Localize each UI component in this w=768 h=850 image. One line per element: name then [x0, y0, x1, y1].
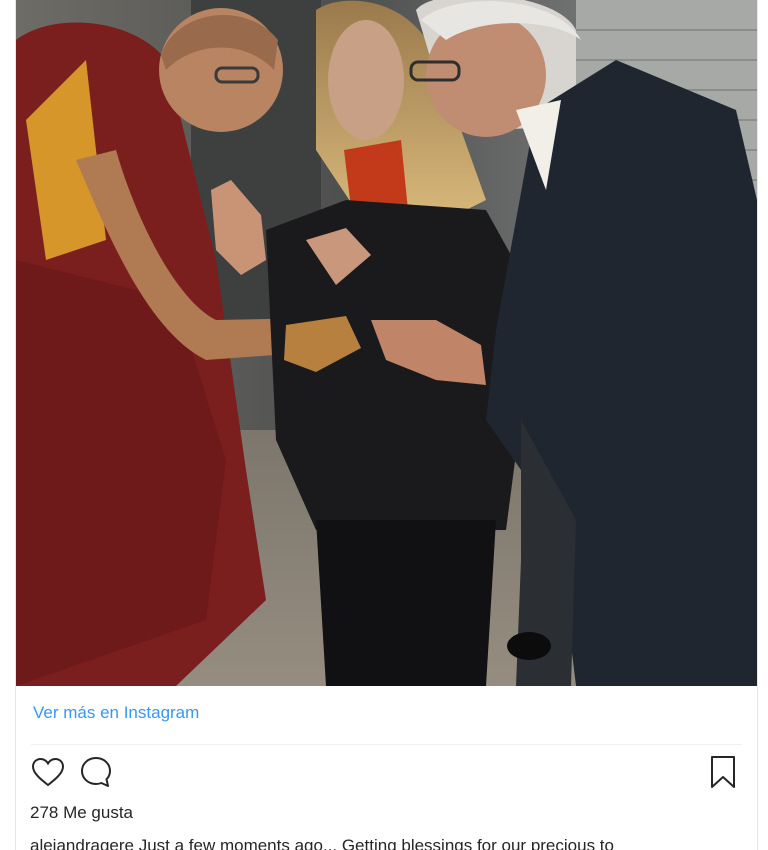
heart-icon — [31, 757, 65, 787]
comment-icon — [81, 757, 111, 787]
likes-count[interactable]: 278 Me gusta — [30, 803, 133, 823]
divider — [31, 744, 742, 745]
save-button[interactable] — [703, 752, 743, 792]
post-photo[interactable] — [16, 0, 757, 686]
action-bar — [28, 752, 743, 792]
post-caption: alejandragere Just a few moments ago... … — [30, 836, 614, 850]
view-more-link[interactable]: Ver más en Instagram — [33, 703, 199, 723]
like-button[interactable] — [28, 752, 68, 792]
comment-button[interactable] — [76, 752, 116, 792]
post-photo-illustration — [16, 0, 757, 686]
bookmark-icon — [711, 756, 735, 788]
instagram-embed: Ver más en Instagram 278 Me gusta alejan… — [15, 0, 758, 850]
